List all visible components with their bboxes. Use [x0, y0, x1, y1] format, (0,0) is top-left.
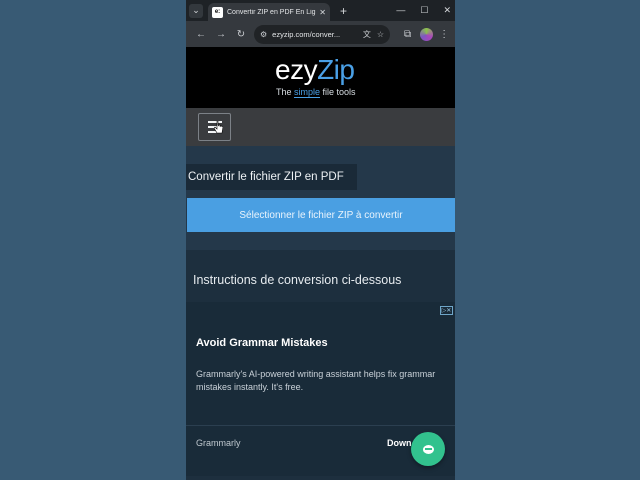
active-tab[interactable]: e: Convertir ZIP en PDF En Ligne | ✕ [208, 3, 330, 21]
window-close-icon[interactable]: ✕ [443, 5, 451, 16]
mouse-cursor-icon [214, 121, 223, 134]
left-background [0, 0, 186, 480]
tagline-after: file tools [320, 87, 356, 97]
tab-search-icon[interactable]: ⌄ [189, 3, 203, 18]
arrow-right-icon[interactable]: → [211, 29, 231, 40]
translate-icon[interactable]: 文 [363, 29, 371, 40]
right-background [455, 0, 640, 480]
url-text: ezyzip.com/conver... [272, 29, 341, 39]
maximize-icon[interactable]: ☐ [420, 5, 428, 16]
select-zip-file-button[interactable]: Sélectionner le fichier ZIP à convertir [187, 198, 455, 232]
site-logo[interactable]: ezyZip [275, 54, 355, 85]
site-header: ezyZip The simple file tools [186, 47, 455, 108]
instructions-heading: Instructions de conversion ci-dessous [193, 273, 402, 287]
logo-zip: Zip [317, 54, 355, 85]
tab-title: Convertir ZIP en PDF En Ligne | [227, 8, 316, 16]
new-tab-icon[interactable]: + [340, 4, 347, 18]
ad-brand: Grammarly [196, 438, 241, 448]
tagline: The simple file tools [276, 87, 356, 98]
bookmark-star-icon[interactable]: ☆ [377, 30, 384, 39]
window-controls: — ☐ ✕ [396, 5, 451, 16]
ad-divider [186, 425, 455, 426]
browser-viewport: ⌄ e: Convertir ZIP en PDF En Ligne | ✕ +… [186, 0, 455, 480]
ad-title[interactable]: Avoid Grammar Mistakes [196, 337, 328, 349]
more-menu-icon[interactable]: ⋮ [439, 29, 449, 40]
page-title: Convertir le fichier ZIP en PDF [186, 164, 357, 190]
tagline-before: The [276, 87, 295, 97]
site-navbar [186, 108, 455, 146]
arrow-left-icon[interactable]: ← [191, 29, 211, 40]
browser-toolbar: ← → ↻ ⚙ ezyzip.com/conver... 文 ☆ ⧉ ⋮ [186, 21, 455, 47]
tagline-simple: simple [294, 87, 321, 98]
favicon-icon: e: [212, 6, 223, 18]
minimize-icon[interactable]: — [396, 5, 405, 16]
logo-ezy: ezy [275, 54, 318, 85]
ad-description: Grammarly's AI-powered writing assistant… [196, 369, 436, 392]
tab-strip: ⌄ e: Convertir ZIP en PDF En Ligne | ✕ +… [186, 0, 455, 21]
ad-choices-icon[interactable]: ▷✕ [440, 306, 453, 315]
page-bottom [186, 476, 455, 480]
profile-avatar[interactable] [420, 27, 434, 41]
reload-icon[interactable]: ↻ [231, 29, 251, 40]
site-info-icon[interactable]: ⚙ [260, 30, 267, 39]
address-bar[interactable]: ⚙ ezyzip.com/conver... 文 ☆ [254, 24, 390, 44]
extensions-icon[interactable]: ⧉ [404, 29, 411, 40]
chat-button[interactable] [411, 432, 445, 466]
tab-close-icon[interactable]: ✕ [319, 8, 326, 17]
chat-bubble-icon [422, 444, 434, 454]
ad-download-button[interactable]: Down [387, 438, 412, 448]
